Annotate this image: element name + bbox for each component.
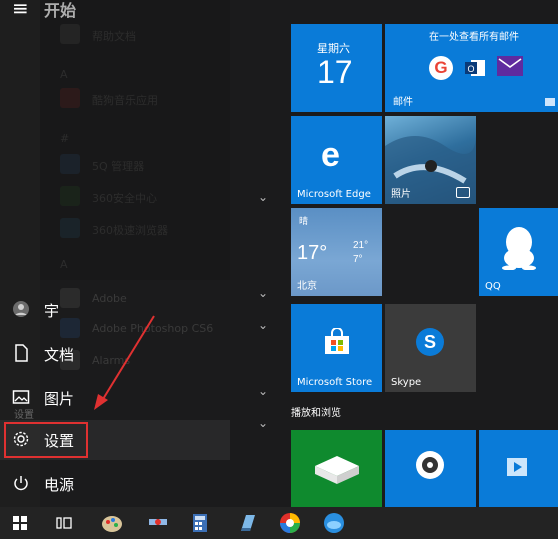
app-icon — [60, 88, 80, 108]
weather-high: 21° — [353, 240, 369, 251]
chevron-down-icon[interactable]: ⌄ — [258, 286, 268, 300]
task-view-icon[interactable] — [44, 507, 84, 539]
windows-start-icon[interactable] — [0, 507, 40, 539]
satellite-app-icon[interactable] — [138, 507, 178, 539]
section-label: 播放和浏览 — [291, 408, 341, 419]
power-icon — [12, 474, 30, 492]
edge-tile-label: Microsoft Edge — [297, 189, 371, 200]
calendar-day: 17 — [317, 54, 353, 90]
app-icon — [60, 24, 80, 44]
weather-condition: 晴 — [299, 217, 309, 227]
calendar-tile[interactable]: 星期六 17 — [291, 24, 382, 112]
annotation-arrow — [94, 315, 155, 410]
calculator-icon[interactable] — [180, 507, 220, 539]
mail-tile-label: 邮件 — [393, 97, 413, 108]
rail-item-label: 电源 — [44, 476, 75, 494]
chevron-down-icon[interactable]: ⌄ — [258, 384, 268, 398]
outlook-icon: O — [463, 56, 487, 80]
browser-globe-icon[interactable] — [314, 507, 354, 539]
colorful-app-icon[interactable] — [270, 507, 310, 539]
weather-temperature: 17° — [297, 242, 328, 264]
google-icon: G — [429, 56, 453, 80]
skype-icon: S — [416, 328, 444, 356]
rail-item-power[interactable]: 电源 — [0, 464, 230, 504]
pictures-icon — [12, 388, 30, 406]
letter-heading: # — [60, 132, 70, 145]
app-icon — [60, 218, 80, 238]
rail-item-label: 文档 — [44, 346, 75, 364]
chevron-down-icon[interactable]: ⌄ — [258, 416, 268, 430]
hamburger-menu-icon[interactable]: ≡ — [12, 0, 29, 18]
app-icon — [60, 154, 80, 174]
document-icon — [12, 344, 30, 362]
video-play-icon — [507, 458, 527, 476]
letter-heading: A — [60, 258, 68, 271]
store-tile[interactable]: Microsoft Store — [291, 304, 382, 392]
settings-highlight-box — [4, 422, 88, 458]
weather-tile[interactable]: 晴 17° 21° 7° 北京 — [291, 208, 382, 296]
app-list-item[interactable]: 酷狗音乐应用 — [92, 92, 158, 108]
start-title: 开始 — [44, 1, 77, 20]
skype-tile-label: Skype — [391, 377, 422, 388]
mail-tile-header: 在一处查看所有邮件 — [429, 32, 519, 43]
app-list-item[interactable]: 帮助文档 — [92, 28, 136, 44]
letter-heading: A — [60, 68, 68, 81]
app-list-item[interactable]: 5Q 管理器 — [92, 158, 144, 174]
chevron-down-icon[interactable]: ⌄ — [258, 318, 268, 332]
green-app-tile[interactable] — [291, 430, 382, 507]
disc-icon — [416, 451, 444, 479]
photos-badge-icon — [456, 187, 470, 198]
yahoo-mail-icon — [497, 56, 523, 76]
store-tile-label: Microsoft Store — [297, 377, 373, 388]
console-icon — [315, 456, 359, 484]
edge-icon: e — [321, 136, 340, 174]
taskbar — [0, 507, 558, 539]
edge-tile[interactable]: e Microsoft Edge — [291, 116, 382, 204]
svg-text:O: O — [468, 64, 475, 74]
mail-badge-icon — [545, 98, 555, 106]
media-tile[interactable] — [385, 430, 476, 507]
notes-app-icon[interactable] — [228, 507, 268, 539]
user-avatar-icon — [12, 300, 30, 318]
app-list-item[interactable]: 360安全中心 — [92, 190, 157, 206]
photos-tile[interactable]: 照片 — [385, 116, 476, 204]
weather-low: 7° — [353, 254, 363, 265]
rail-item-label: 宇 — [44, 302, 60, 320]
skype-tile[interactable]: S Skype — [385, 304, 476, 392]
mail-tile[interactable]: 在一处查看所有邮件 G O 邮件 — [385, 24, 558, 112]
paint-app-icon[interactable] — [92, 507, 132, 539]
chevron-down-icon[interactable]: ⌄ — [258, 190, 268, 204]
qq-tile[interactable]: QQ — [479, 208, 558, 296]
store-bag-icon — [325, 328, 349, 354]
rail-item-label: 图片 — [44, 390, 75, 408]
qq-tile-label: QQ — [485, 281, 501, 292]
photos-tile-label: 照片 — [391, 189, 411, 200]
weather-city: 北京 — [297, 281, 317, 292]
video-tile[interactable] — [479, 430, 558, 507]
app-icon — [60, 186, 80, 206]
app-list-item[interactable]: 360极速浏览器 — [92, 222, 168, 238]
qq-penguin-icon — [502, 227, 536, 270]
